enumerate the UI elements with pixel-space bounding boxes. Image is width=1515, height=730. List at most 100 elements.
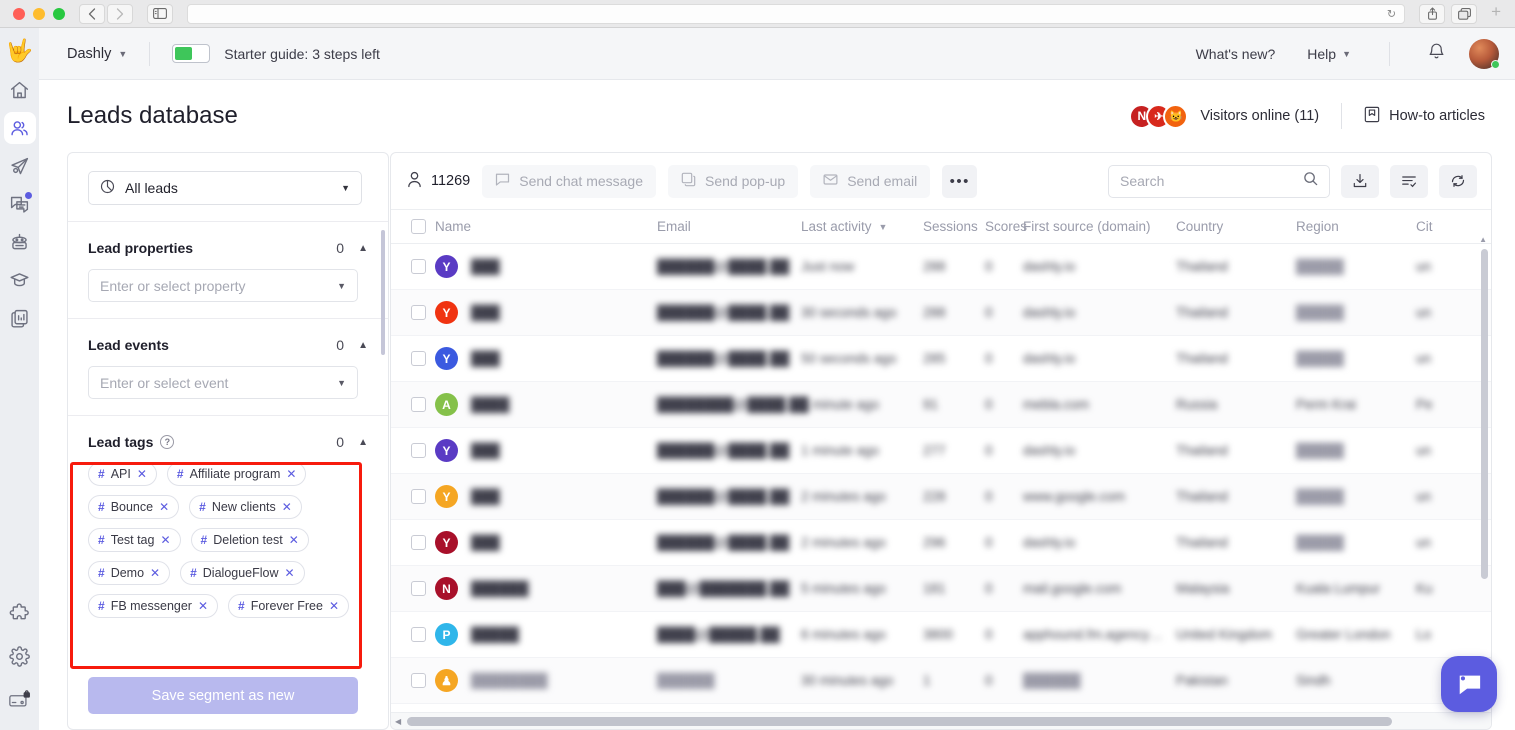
starter-guide-label[interactable]: Starter guide: 3 steps left bbox=[224, 46, 380, 62]
scroll-left-arrow[interactable]: ◀ bbox=[391, 717, 405, 726]
sidebar-toggle-icon[interactable] bbox=[147, 3, 173, 24]
chevron-up-icon[interactable]: ▲ bbox=[358, 437, 368, 448]
column-header-last-activity[interactable]: Last activity ▼ bbox=[801, 219, 923, 234]
search-input[interactable] bbox=[1120, 173, 1303, 189]
lead-event-select[interactable]: Enter or select event ▼ bbox=[88, 366, 358, 399]
search-box[interactable] bbox=[1108, 164, 1330, 198]
row-checkbox[interactable] bbox=[391, 581, 435, 596]
remove-tag-icon[interactable]: ✕ bbox=[286, 467, 296, 481]
column-header-first-source[interactable]: First source (domain) bbox=[1023, 219, 1176, 234]
avatar[interactable] bbox=[1469, 38, 1500, 69]
row-checkbox[interactable] bbox=[391, 443, 435, 458]
app-logo[interactable]: 🤟 bbox=[6, 40, 33, 62]
remove-tag-icon[interactable]: ✕ bbox=[137, 467, 147, 481]
table-row[interactable]: Y ███ ██████@████.██ 30 seconds ago 288 … bbox=[391, 290, 1491, 336]
question-mark-icon[interactable]: ? bbox=[160, 435, 175, 449]
row-checkbox[interactable] bbox=[391, 673, 435, 688]
share-icon[interactable] bbox=[1419, 3, 1446, 24]
row-checkbox[interactable] bbox=[391, 489, 435, 504]
sidebar-item-billing[interactable] bbox=[4, 684, 36, 716]
table-row[interactable]: Y ███ ██████@████.██ 50 seconds ago 285 … bbox=[391, 336, 1491, 382]
sidebar-item-integrations[interactable] bbox=[4, 596, 36, 628]
table-vertical-scrollbar[interactable] bbox=[1481, 249, 1488, 579]
table-row[interactable]: Y ███ ██████@████.██ 2 minutes ago 228 0… bbox=[391, 474, 1491, 520]
row-checkbox[interactable] bbox=[391, 397, 435, 412]
sidebar-item-bots[interactable] bbox=[4, 226, 36, 258]
lead-events-header[interactable]: Lead events 0 ▲ bbox=[88, 337, 368, 353]
whats-new-link[interactable]: What's new? bbox=[1180, 46, 1292, 62]
chevron-up-icon[interactable]: ▲ bbox=[358, 243, 368, 254]
save-segment-button[interactable]: Save segment as new bbox=[88, 677, 358, 714]
reload-icon[interactable]: ↻ bbox=[1387, 7, 1396, 20]
row-checkbox[interactable] bbox=[391, 259, 435, 274]
remove-tag-icon[interactable]: ✕ bbox=[285, 566, 295, 580]
new-tab-button[interactable]: + bbox=[1483, 2, 1509, 25]
segment-select[interactable]: All leads ▼ bbox=[88, 171, 362, 205]
tag-chip[interactable]: # Test tag ✕ bbox=[88, 528, 181, 552]
starter-guide-progress[interactable] bbox=[172, 44, 211, 63]
tag-chip[interactable]: # Bounce ✕ bbox=[88, 495, 180, 519]
refresh-icon[interactable] bbox=[1439, 164, 1477, 198]
table-row[interactable]: ♟ ████████ ██████ 30 minutes ago 1 0 ███… bbox=[391, 658, 1491, 704]
row-checkbox[interactable] bbox=[391, 351, 435, 366]
send-chat-message-button[interactable]: Send chat message bbox=[482, 164, 656, 198]
column-header-scores[interactable]: Scores bbox=[985, 219, 1027, 234]
close-window-button[interactable] bbox=[13, 7, 25, 20]
maximize-window-button[interactable] bbox=[53, 7, 65, 20]
column-header-name[interactable]: Name bbox=[435, 219, 657, 234]
remove-tag-icon[interactable]: ✕ bbox=[150, 566, 160, 580]
tag-chip[interactable]: # Forever Free ✕ bbox=[228, 594, 350, 618]
table-horizontal-scrollbar[interactable]: ◀ bbox=[391, 712, 1491, 729]
more-actions-button[interactable]: ••• bbox=[942, 164, 978, 198]
remove-tag-icon[interactable]: ✕ bbox=[329, 599, 339, 613]
sidebar-item-leads[interactable] bbox=[3, 112, 36, 144]
remove-tag-icon[interactable]: ✕ bbox=[160, 533, 170, 547]
row-checkbox[interactable] bbox=[391, 305, 435, 320]
remove-tag-icon[interactable]: ✕ bbox=[159, 500, 169, 514]
table-row[interactable]: N ██████ ███@███████.██ 5 minutes ago 18… bbox=[391, 566, 1491, 612]
table-row[interactable]: Y ███ ██████@████.██ 1 minute ago 277 0 … bbox=[391, 428, 1491, 474]
sidebar-item-settings[interactable] bbox=[4, 640, 36, 672]
table-row[interactable]: A ████ ████████@████.██ 1 minute ago 91 … bbox=[391, 382, 1491, 428]
remove-tag-icon[interactable]: ✕ bbox=[198, 599, 208, 613]
column-header-sessions[interactable]: Sessions bbox=[923, 219, 985, 234]
chat-widget-button[interactable] bbox=[1441, 656, 1497, 712]
how-to-articles-link[interactable]: How-to articles bbox=[1364, 106, 1485, 127]
filter-icon[interactable] bbox=[1390, 164, 1428, 198]
minimize-window-button[interactable] bbox=[33, 7, 45, 20]
row-checkbox[interactable] bbox=[391, 535, 435, 550]
sidebar-item-knowledge[interactable] bbox=[4, 264, 36, 296]
remove-tag-icon[interactable]: ✕ bbox=[289, 533, 299, 547]
forward-icon[interactable] bbox=[107, 3, 133, 24]
tag-chip[interactable]: # API ✕ bbox=[88, 462, 157, 486]
sidebar-item-home[interactable] bbox=[4, 74, 36, 106]
workspace-switcher[interactable]: Dashly ▼ bbox=[67, 46, 127, 62]
send-popup-button[interactable]: Send pop-up bbox=[668, 164, 799, 198]
tag-chip[interactable]: # Deletion test ✕ bbox=[190, 528, 309, 552]
remove-tag-icon[interactable]: ✕ bbox=[282, 500, 292, 514]
sidebar-item-conversations[interactable] bbox=[4, 188, 36, 220]
tabs-icon[interactable] bbox=[1451, 3, 1478, 24]
download-icon[interactable] bbox=[1341, 164, 1379, 198]
column-header-city[interactable]: Cit bbox=[1416, 219, 1476, 234]
sidebar-item-campaigns[interactable] bbox=[4, 150, 36, 182]
lead-properties-header[interactable]: Lead properties 0 ▲ bbox=[88, 240, 368, 256]
send-email-button[interactable]: Send email bbox=[810, 164, 931, 198]
column-header-email[interactable]: Email bbox=[657, 219, 801, 234]
table-row[interactable]: P █████ ████@█████.██ 6 minutes ago 3800… bbox=[391, 612, 1491, 658]
address-bar[interactable]: ↻ bbox=[187, 3, 1406, 24]
table-row[interactable]: Y ███ ██████@████.██ Just now 288 0 dash… bbox=[391, 244, 1491, 290]
chevron-up-icon[interactable]: ▲ bbox=[358, 340, 368, 351]
column-header-region[interactable]: Region bbox=[1296, 219, 1416, 234]
select-all-checkbox[interactable] bbox=[391, 219, 435, 234]
filter-panel-scrollbar[interactable] bbox=[381, 230, 385, 355]
sidebar-item-reports[interactable] bbox=[4, 302, 36, 334]
help-menu[interactable]: Help ▼ bbox=[1291, 46, 1367, 62]
row-checkbox[interactable] bbox=[391, 627, 435, 642]
column-header-country[interactable]: Country bbox=[1176, 219, 1296, 234]
visitors-avatars[interactable]: N ✈ 😺 bbox=[1129, 103, 1189, 129]
bell-icon[interactable] bbox=[1412, 42, 1461, 65]
tag-chip[interactable]: # Demo ✕ bbox=[88, 561, 171, 585]
search-icon[interactable] bbox=[1303, 171, 1318, 191]
tag-chip[interactable]: # Affiliate program ✕ bbox=[166, 462, 307, 486]
